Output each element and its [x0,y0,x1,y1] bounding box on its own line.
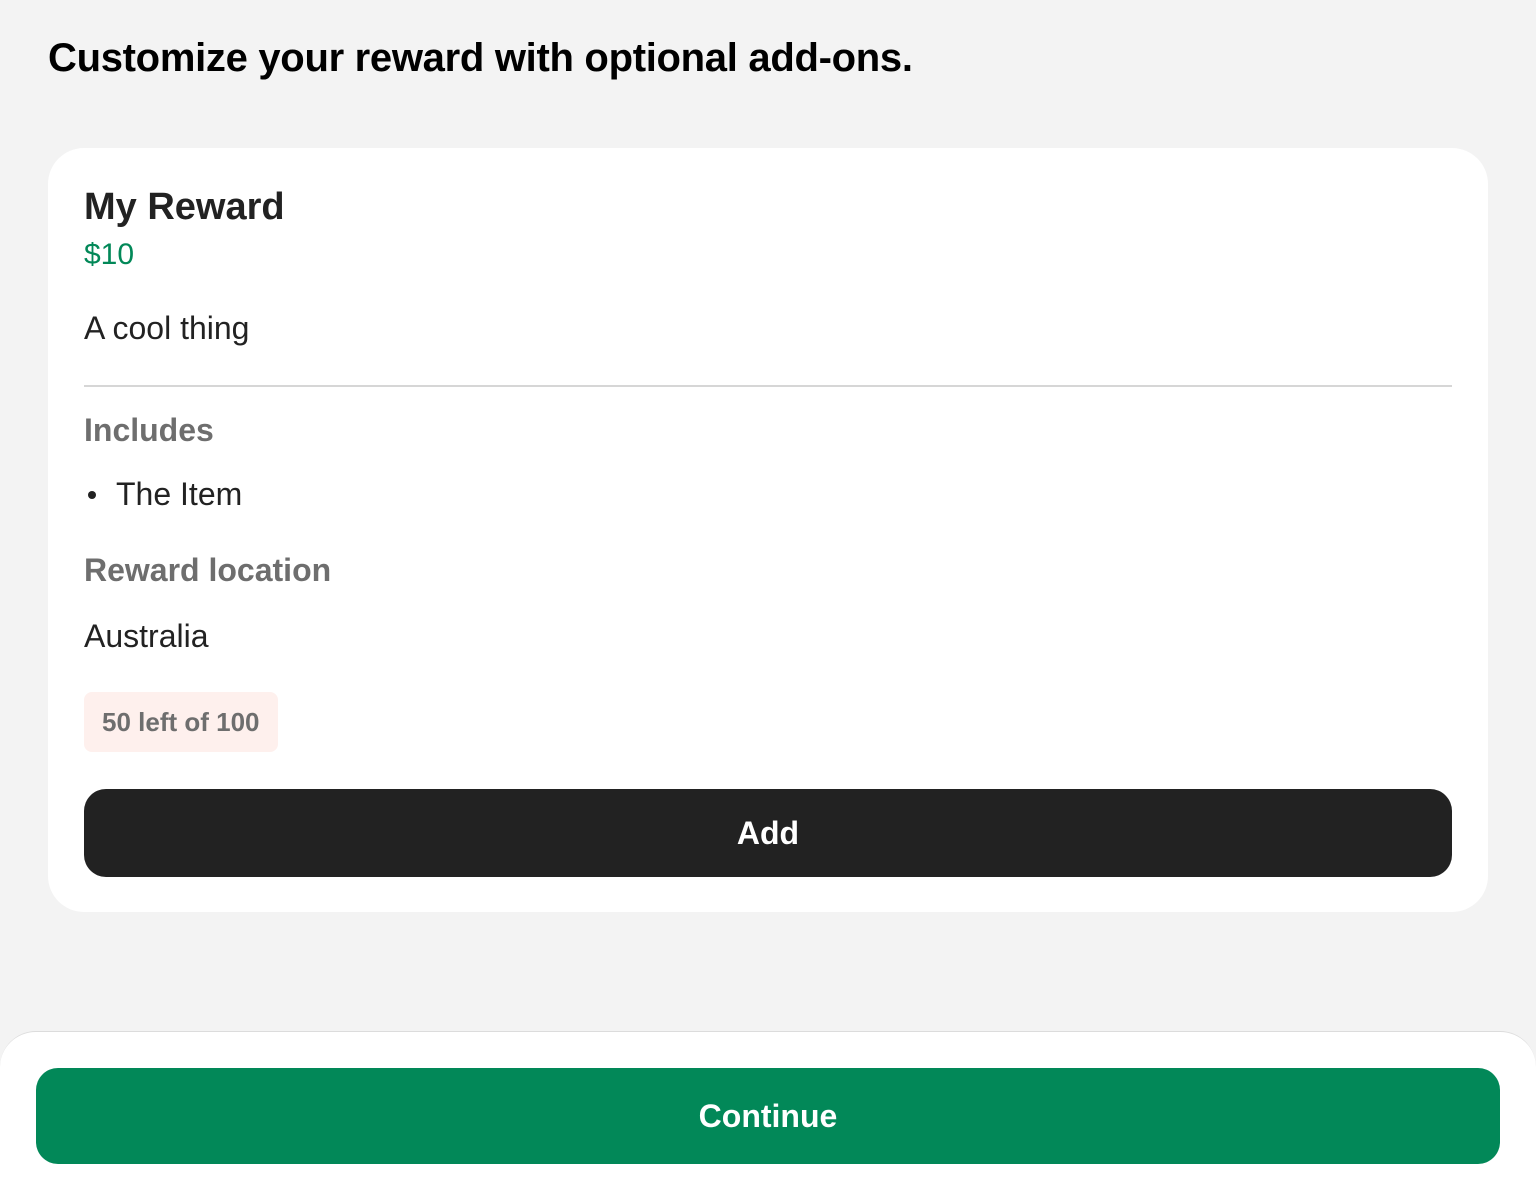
limit-badge: 50 left of 100 [84,692,278,752]
page-heading: Customize your reward with optional add-… [48,36,913,80]
reward-price: $10 [84,238,135,271]
reward-location-label: Reward location [84,552,332,588]
divider [84,385,1452,387]
reward-card: My Reward $10 A cool thing Includes The … [48,148,1488,912]
add-ons-page: Customize your reward with optional add-… [0,0,1536,1200]
continue-button[interactable]: Continue [36,1068,1500,1164]
reward-title: My Reward [84,186,285,228]
include-item-label: The Item [116,476,243,512]
include-list-item: The Item [84,476,242,513]
bullet-icon [88,490,96,499]
footer-bar: Continue [0,1031,1536,1200]
reward-location-value: Australia [84,618,209,654]
reward-description: A cool thing [84,310,250,346]
limit-badge-text: 50 left of 100 [102,706,260,737]
includes-label: Includes [84,412,214,448]
add-button[interactable]: Add [84,789,1452,877]
